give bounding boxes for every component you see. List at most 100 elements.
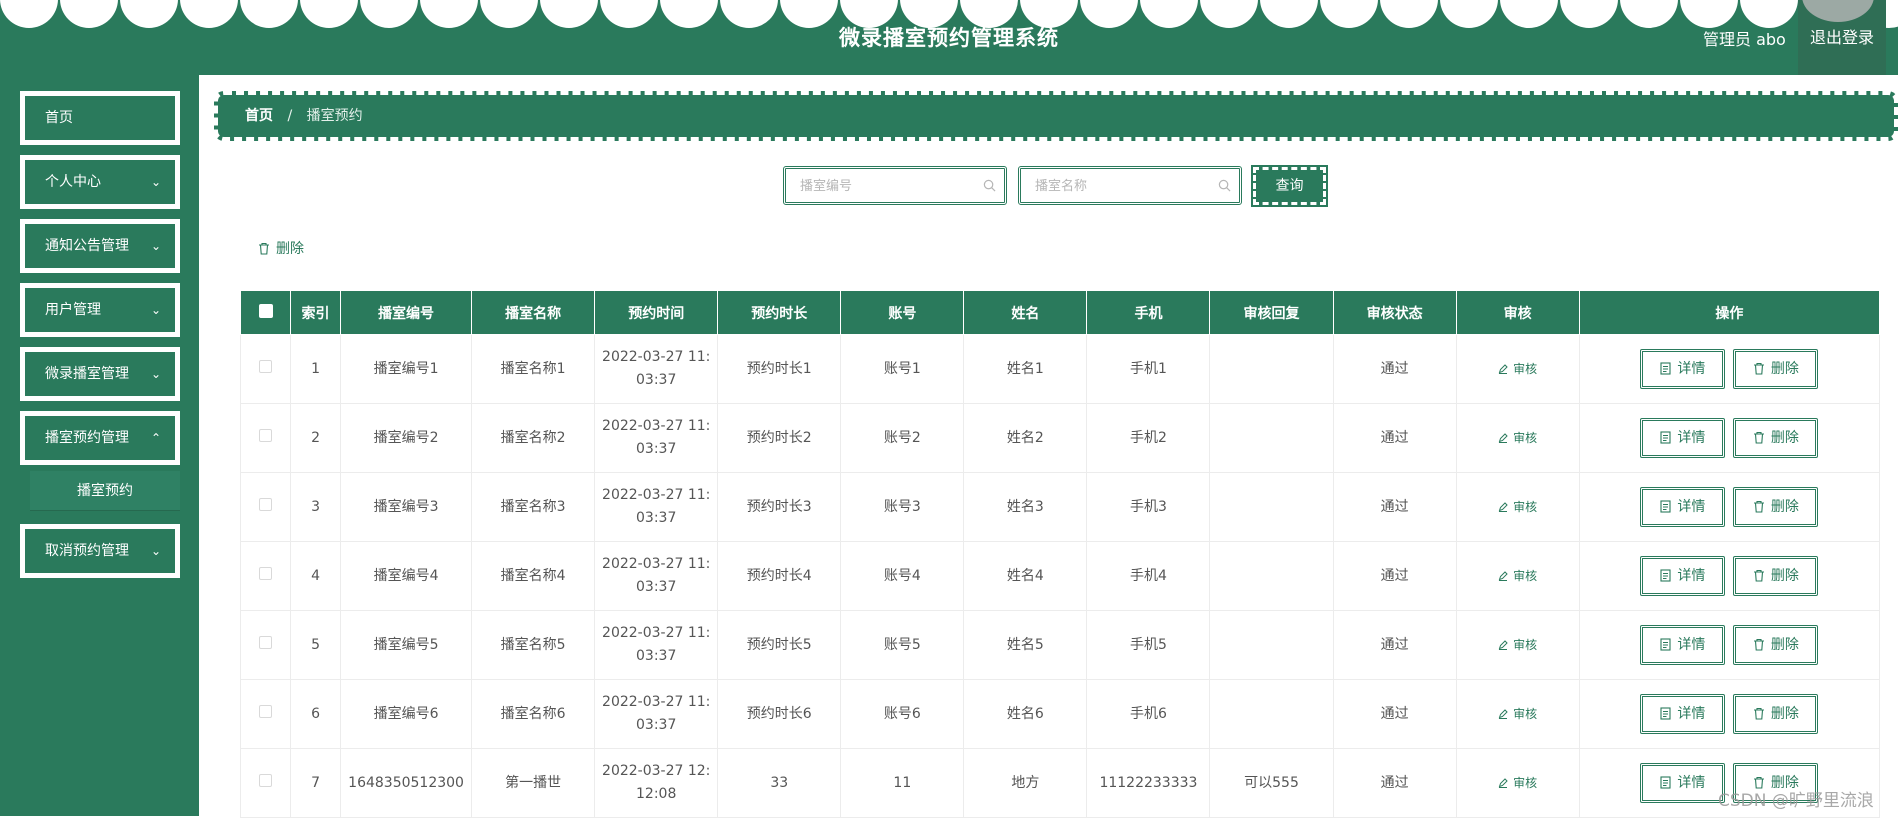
edit-icon — [1498, 708, 1508, 719]
detail-label: 详情 — [1677, 706, 1706, 722]
room-no-input[interactable] — [786, 169, 1004, 202]
audit-link[interactable]: 审核 — [1498, 707, 1537, 721]
row-checkbox[interactable] — [259, 566, 272, 580]
sidebar-item-label: 微录播室管理 — [45, 366, 129, 382]
audit-link[interactable]: 审核 — [1498, 569, 1537, 583]
breadcrumb-home[interactable]: 首页 — [245, 108, 273, 124]
time-line: 2022-03-27 12: — [602, 763, 711, 779]
document-icon — [1660, 500, 1671, 513]
sidebar-item-studio-management[interactable]: 微录播室管理 ⌄ — [20, 347, 180, 401]
chevron-up-icon: ⌃ — [150, 431, 161, 445]
delete-label: 删除 — [1770, 499, 1799, 515]
room-no-cell: 1648350512300 — [340, 748, 473, 818]
account-cell: 11 — [840, 748, 965, 818]
audit-link[interactable]: 审核 — [1498, 500, 1537, 514]
account-cell: 账号5 — [840, 610, 965, 680]
sidebar-item-home[interactable]: 首页 — [20, 91, 180, 145]
logout-button[interactable]: 退出登录 — [1798, 0, 1886, 75]
chevron-down-icon: ⌄ — [150, 239, 161, 253]
audit-label: 审核 — [1513, 361, 1538, 376]
delete-button[interactable]: 删除 — [1733, 418, 1819, 458]
select-all-header — [239, 290, 292, 335]
name-cell: 地方 — [963, 748, 1088, 818]
audit-link[interactable]: 审核 — [1498, 776, 1537, 790]
audit-link[interactable]: 审核 — [1498, 638, 1537, 652]
row-checkbox[interactable] — [259, 704, 272, 718]
detail-label: 详情 — [1677, 568, 1706, 584]
time-line: 2022-03-27 11: — [602, 349, 711, 365]
detail-button[interactable]: 详情 — [1640, 487, 1726, 527]
column-header: 手机 — [1086, 290, 1211, 335]
audit-cell: 审核 — [1455, 334, 1580, 404]
detail-button[interactable]: 详情 — [1640, 418, 1726, 458]
time-line: 2022-03-27 11: — [602, 418, 711, 434]
account-cell: 账号2 — [840, 403, 965, 473]
hover-highlight — [1802, 0, 1874, 22]
table-row: 3 播室编号3 播室名称3 2022-03-27 11: 03:37 预约时长3 账号3 姓名… — [239, 472, 1881, 542]
delete-button[interactable]: 删除 — [1733, 487, 1819, 527]
room-no-search — [783, 166, 1007, 205]
name-cell: 姓名4 — [963, 541, 1088, 611]
sidebar-item-personal-center[interactable]: 个人中心 ⌄ — [20, 155, 180, 209]
detail-button[interactable]: 详情 — [1640, 349, 1726, 389]
column-header: 预约时长 — [717, 290, 842, 335]
delete-label: 删除 — [1770, 706, 1799, 722]
reply-cell — [1209, 610, 1334, 680]
sidebar-item-label: 用户管理 — [45, 302, 101, 318]
detail-button[interactable]: 详情 — [1640, 763, 1726, 803]
account-cell: 账号4 — [840, 541, 965, 611]
reply-cell — [1209, 472, 1334, 542]
delete-button[interactable]: 删除 — [1733, 625, 1819, 665]
time-line: 03:37 — [636, 441, 677, 457]
audit-link[interactable]: 审核 — [1498, 362, 1537, 376]
detail-button[interactable]: 详情 — [1640, 625, 1726, 665]
chevron-down-icon: ⌄ — [150, 367, 161, 381]
chevron-down-icon: ⌄ — [150, 303, 161, 317]
column-header: 审核回复 — [1209, 290, 1334, 335]
audit-link[interactable]: 审核 — [1498, 431, 1537, 445]
duration-cell: 预约时长3 — [717, 472, 842, 542]
index-cell: 2 — [290, 403, 342, 473]
row-checkbox[interactable] — [259, 497, 272, 511]
detail-button[interactable]: 详情 — [1640, 556, 1726, 596]
detail-button[interactable]: 详情 — [1640, 694, 1726, 734]
audit-cell: 审核 — [1455, 748, 1580, 818]
row-checkbox[interactable] — [259, 428, 272, 442]
document-icon — [1660, 638, 1671, 651]
column-header: 播室编号 — [340, 290, 473, 335]
watermark: CSDN @旷野里流浪 — [1718, 791, 1874, 811]
row-checkbox[interactable] — [259, 359, 272, 373]
document-icon — [1660, 569, 1671, 582]
sidebar-item-notice-management[interactable]: 通知公告管理 ⌄ — [20, 219, 180, 273]
row-checkbox[interactable] — [259, 635, 272, 649]
query-button[interactable]: 查询 — [1251, 165, 1328, 207]
document-icon — [1660, 707, 1671, 720]
sidebar-item-user-management[interactable]: 用户管理 ⌄ — [20, 283, 180, 337]
sidebar-item-cancel-management[interactable]: 取消预约管理 ⌄ — [20, 524, 180, 578]
column-header: 索引 — [290, 290, 342, 335]
edit-icon — [1498, 432, 1508, 443]
name-cell: 姓名1 — [963, 334, 1088, 404]
sidebar-item-label: 取消预约管理 — [45, 543, 129, 559]
delete-button[interactable]: 删除 — [1733, 694, 1819, 734]
select-all-checkbox[interactable] — [258, 303, 273, 318]
column-header: 姓名 — [963, 290, 1088, 335]
reservation-time-cell: 2022-03-27 11: 03:37 — [594, 679, 719, 749]
row-checkbox[interactable] — [259, 773, 272, 787]
room-name-input[interactable] — [1021, 169, 1239, 202]
sidebar-item-label: 通知公告管理 — [45, 238, 129, 254]
column-header: 账号 — [840, 290, 965, 335]
name-cell: 姓名3 — [963, 472, 1088, 542]
edit-icon — [1498, 639, 1508, 650]
batch-delete-button[interactable]: 删除 — [258, 238, 304, 258]
sidebar-item-reservation-management[interactable]: 播室预约管理 ⌃ — [20, 411, 180, 465]
delete-button[interactable]: 删除 — [1733, 556, 1819, 596]
sidebar-subitem-reservation[interactable]: 播室预约 — [30, 471, 180, 511]
table-row: 7 1648350512300 第一播世 2022-03-27 12: 12:08 33 1… — [239, 748, 1881, 818]
reservation-time-cell: 2022-03-27 11: 03:37 — [594, 472, 719, 542]
detail-label: 详情 — [1677, 361, 1706, 377]
breadcrumb-current: 播室预约 — [306, 108, 363, 124]
account-cell: 账号6 — [840, 679, 965, 749]
phone-cell: 手机4 — [1086, 541, 1211, 611]
delete-button[interactable]: 删除 — [1733, 349, 1819, 389]
